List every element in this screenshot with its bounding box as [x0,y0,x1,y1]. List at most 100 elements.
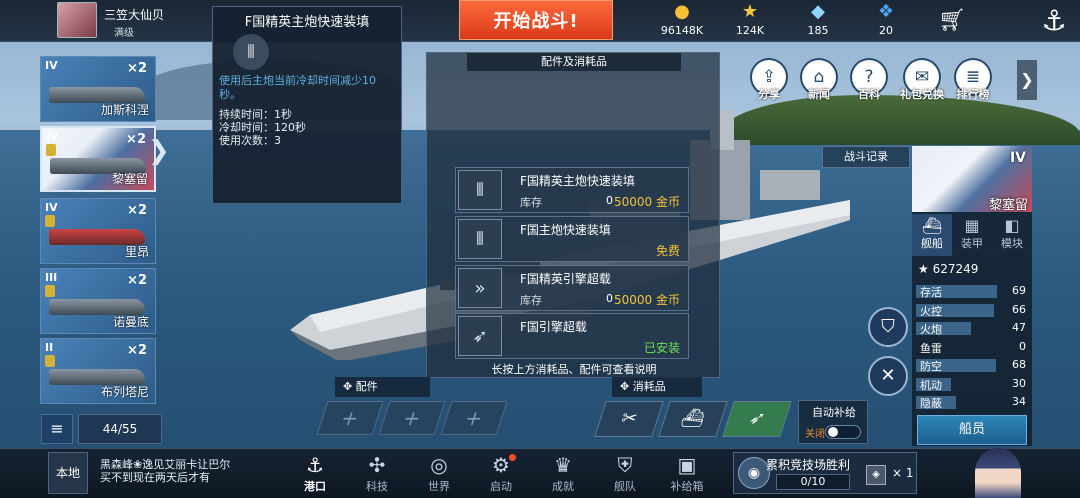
rank-badge-icon [45,285,55,297]
share-button[interactable]: ⇪ 分享 [750,60,788,102]
score-value: 627249 [932,262,979,276]
supply-box-icon: ▣ [677,453,697,477]
nav-label: 科技 [366,480,388,493]
resource-crystal[interactable]: ❖ 20 [856,1,916,38]
arena-quest[interactable]: ◉ 累积竞技场胜利 0/10 ◈ × 1 [733,452,917,494]
repair-tools-icon[interactable]: ✕ [868,356,908,396]
ship-card-gascogne[interactable]: IV ×2 加斯科涅 [40,56,156,122]
wiki-label: 百科 [858,88,880,101]
stat-value: 47 [1012,321,1026,334]
accessory-slot-1[interactable]: + [316,401,384,435]
gold-coin-icon: ● [674,1,690,22]
nav-label: 成就 [552,480,574,493]
consumables-label: 消耗品 [632,380,666,393]
resource-diamond[interactable]: ◆ 185 [788,2,848,38]
stock-qty: 0 [606,292,613,305]
ship-add-icon: ⛴ [678,408,708,429]
engine-boost-icon: ➶ [746,408,769,429]
nav-port[interactable]: ⚓ 港口 [290,452,340,494]
shells-icon: ⦀ [458,219,502,259]
gift-redeem-button[interactable]: ✉ 礼包兑换 [900,60,944,102]
ship-tier: III [45,271,58,284]
tech-icon: ✣ [368,453,386,477]
item-main-gun-reload[interactable]: ⦀ F国主炮快速装填 免费 [455,216,689,262]
tab-armor[interactable]: ▦ 装甲 [952,214,992,256]
ship-count: ×2 [127,203,147,218]
item-price[interactable]: 50000 金币 [614,291,680,308]
item-price[interactable]: 50000 金币 [614,193,680,210]
ship-name: 黎塞留 [111,172,148,186]
tab-label: 装甲 [961,237,983,250]
shells-icon: ⦀ [458,170,502,210]
player-avatar[interactable] [57,2,97,38]
launch-icon: ⚙ [492,453,510,477]
consumable-icon: ✥ [620,380,633,393]
chat-message[interactable]: 黑森峰❀逸见艾丽卡让巴尔买不到现在两天后才有 [100,458,240,494]
armor-icon: ▦ [964,216,980,235]
crystal-icon: ❖ [877,1,895,22]
consumable-slot-repair[interactable]: ✂ [594,401,664,437]
stat-value: 68 [1012,358,1026,371]
anchor-menu-icon[interactable]: ⚓ [1034,0,1074,42]
ship-name: 里昂 [124,245,149,259]
ship-card-normandie[interactable]: III ×2 诺曼底 [40,268,156,334]
secretary-avatar[interactable] [975,448,1021,498]
stat-row: 防空 68 [916,358,1030,373]
ship-count-total: 44/55 [78,414,162,444]
resource-star[interactable]: ★ 124K [720,2,780,38]
ship-list[interactable]: IV ×2 加斯科涅 IV ×2 黎塞留 IV ×2 里昂 III ×2 诺曼底… [37,46,161,406]
item-elite-main-gun-reload[interactable]: ⦀ F国精英主炮快速装填 库存 0 50000 金币 [455,167,689,213]
auto-supply-toggle[interactable] [825,425,861,439]
nav-tech[interactable]: ✣ 科技 [352,452,402,494]
news-button[interactable]: ⌂ 新闻 [800,60,838,102]
battle-record-button[interactable]: 战斗记录 [822,146,910,168]
chevron-right-icon: ❯ [148,136,170,166]
nav-achievements[interactable]: ♛ 成就 [538,452,588,494]
consumables-panel: 配件及消耗品 ⦀ F国精英主炮快速装填 库存 0 50000 金币 ⦀ F国主炮… [426,52,720,378]
ship-card-bretagne[interactable]: II ×2 布列塔尼 [40,338,156,404]
nav-world[interactable]: ◎ 世界 [414,452,464,494]
chat-channel-button[interactable]: 本地 [48,452,88,494]
auto-supply-box[interactable]: 自动补给 关闭 [798,400,868,444]
list-view-button[interactable]: ≡ [41,414,73,444]
stat-label: 火炮 [920,323,942,336]
ship-tier: IV [1009,150,1026,166]
ship-card-richelieu[interactable]: IV ×2 黎塞留 [40,126,156,192]
crew-button[interactable]: 船员 [917,415,1027,445]
wiki-button[interactable]: ? 百科 [850,60,888,102]
item-status: 已安装 [643,341,680,355]
consumable-slot-ship[interactable]: ⛴ [658,401,728,437]
ranking-button[interactable]: ≣ 排行榜 [950,60,996,102]
stat-label: 火控 [920,304,942,318]
module-icon: ◧ [1004,216,1020,235]
ship-count: ×2 [126,132,146,147]
stat-label: 机动 [920,378,942,392]
nav-launch[interactable]: ⚙ 启动 [476,452,526,494]
shield-emblem-icon[interactable]: ⛉ [868,307,908,347]
resource-gold[interactable]: ● 96148K [652,1,712,38]
tab-label: 模块 [1001,237,1023,250]
start-battle-button[interactable]: 开始战斗! [459,0,613,40]
consumable-slot-engine[interactable]: ➶ [722,401,792,437]
tab-modules[interactable]: ◧ 模块 [992,214,1032,256]
ship-card-lyon[interactable]: IV ×2 里昂 [40,198,156,264]
ship-name: 黎塞留 [988,198,1028,213]
auto-supply-state: 关闭 [805,429,825,440]
resource-value: 185 [807,24,829,37]
rank-badge-icon [45,355,55,367]
nav-fleet[interactable]: ⛨ 舰队 [600,452,650,494]
chevron-right-icon[interactable]: ❯ [1017,60,1037,100]
tab-ship[interactable]: ⛴ 舰船 [912,214,952,256]
world-icon: ◎ [430,453,448,477]
stat-row: 火控 66 [916,303,1030,318]
accessory-slot-2[interactable]: + [378,401,446,435]
item-engine-boost[interactable]: ➶ F国引擎超载 已安装 [455,313,689,359]
item-elite-engine-boost[interactable]: » F国精英引擎超载 库存 0 50000 金币 [455,265,689,311]
stat-value: 69 [1012,284,1026,297]
gift-label: 礼包兑换 [900,88,944,101]
item-name: F国精英主炮快速装填 [520,174,635,188]
nav-supply-box[interactable]: ▣ 补给箱 [662,452,712,494]
shop-cart-icon[interactable]: 🛒︎ [938,8,966,33]
accessory-slot-3[interactable]: + [440,401,508,435]
nav-label: 港口 [304,480,326,493]
